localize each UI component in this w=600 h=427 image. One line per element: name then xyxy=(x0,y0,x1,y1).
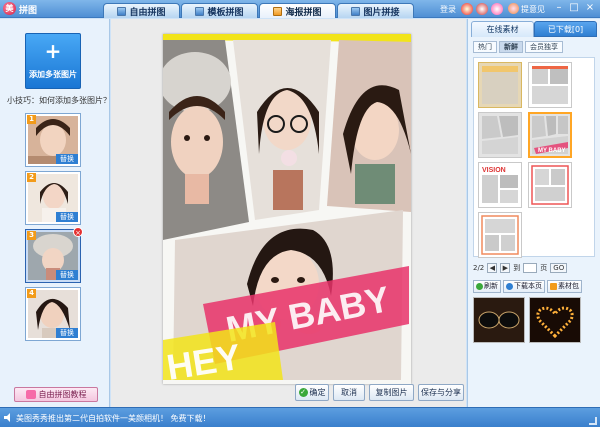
prev-page-button[interactable]: ◀ xyxy=(487,263,498,273)
poster-canvas[interactable]: MY BABY HEY xyxy=(163,34,411,384)
tab-poster-collage[interactable]: 海报拼图 xyxy=(259,3,336,18)
replace-button[interactable]: 替换 xyxy=(56,270,78,280)
material-heart-lights[interactable] xyxy=(529,297,581,343)
gift-icon xyxy=(25,390,36,399)
image-thumbnail-4[interactable]: 4 替换 xyxy=(25,287,81,341)
maximize-button[interactable]: □ xyxy=(567,2,581,14)
heart-lights-preview xyxy=(530,298,580,342)
subtab-hot[interactable]: 热门 xyxy=(473,41,497,53)
template-collage-icon xyxy=(195,6,205,16)
svg-text:MY BABY: MY BABY xyxy=(538,148,566,154)
image-thumbnail-3[interactable]: 3 × 替换 xyxy=(25,227,83,283)
replace-button[interactable]: 替换 xyxy=(56,212,78,222)
subtab-new[interactable]: 新鲜 xyxy=(499,41,523,53)
replace-button[interactable]: 替换 xyxy=(56,154,78,164)
cancel-button[interactable]: 取消 xyxy=(333,384,365,401)
template-preview xyxy=(481,215,519,255)
poster-collage-icon xyxy=(273,6,283,16)
login-link[interactable]: 登录 xyxy=(440,4,456,15)
template-item[interactable] xyxy=(478,212,522,258)
material-subtabs: 热门 新鲜 会员独享 xyxy=(473,41,563,53)
template-item[interactable]: VISION xyxy=(478,162,522,208)
template-item-selected[interactable]: MY BABY xyxy=(528,112,572,158)
page-number-input[interactable] xyxy=(523,263,538,273)
canvas-area: MY BABY HEY ✓ 确定 取消 复制图片 保存与分享 xyxy=(111,19,466,407)
template-grid: MY BABY VISION xyxy=(473,57,595,258)
poster-collage: MY BABY HEY xyxy=(163,34,411,384)
subtab-vip[interactable]: 会员独享 xyxy=(525,41,563,53)
thumbnail-list: 1 替换 2 替换 3 × 替换 4 替换 xyxy=(25,113,83,345)
check-icon: ✓ xyxy=(298,388,308,397)
template-preview: MY BABY xyxy=(532,116,568,154)
template-item[interactable] xyxy=(528,162,572,208)
image-stitch-icon xyxy=(351,6,361,16)
download-icon xyxy=(506,283,513,290)
tutorial-button[interactable]: 自由拼图教程 xyxy=(14,387,98,402)
delete-icon[interactable]: × xyxy=(73,227,83,237)
material-panel: 在线素材 已下载[0] 热门 新鲜 会员独享 MY BABY VISION 2/… xyxy=(467,19,600,407)
template-item[interactable] xyxy=(478,112,522,158)
refresh-button[interactable]: 刷新 xyxy=(473,280,501,293)
svg-text:VISION: VISION xyxy=(482,167,506,174)
close-button[interactable]: × xyxy=(583,2,597,14)
status-bar: 美图秀秀推出第二代自拍软件一美颜相机！ 免费下载！ xyxy=(0,407,600,427)
image-thumbnail-1[interactable]: 1 替换 xyxy=(25,113,81,167)
plus-icon: + xyxy=(44,39,62,63)
sunglasses-preview xyxy=(474,298,524,342)
template-preview: VISION xyxy=(482,167,518,203)
tab-template-collage[interactable]: 模板拼图 xyxy=(181,3,258,18)
qq-icon[interactable] xyxy=(461,3,473,15)
title-bar: 美 拼图 自由拼图 模板拼图 海报拼图 图片拼接 登录 提意见 – □ × xyxy=(0,0,600,18)
minimize-button[interactable]: – xyxy=(552,2,566,14)
material-tabs: 在线素材 已下载[0] xyxy=(471,21,597,37)
template-preview xyxy=(482,116,518,154)
tab-downloaded[interactable]: 已下载[0] xyxy=(534,21,597,37)
template-preview xyxy=(531,165,569,205)
material-sunglasses[interactable] xyxy=(473,297,525,343)
app-title: 拼图 xyxy=(19,6,38,16)
template-preview xyxy=(532,66,568,104)
download-page-button[interactable]: 下载本页 xyxy=(503,280,545,293)
package-icon xyxy=(550,283,557,290)
refresh-icon xyxy=(476,283,483,290)
status-message[interactable]: 美图秀秀推出第二代自拍软件一美颜相机！ 免费下载！ xyxy=(16,413,211,424)
template-pager: 2/2 ◀ ▶ 到 页 GO xyxy=(473,261,595,275)
tab-free-collage[interactable]: 自由拼图 xyxy=(103,3,180,18)
resize-grip-icon[interactable] xyxy=(589,417,597,425)
free-collage-icon xyxy=(117,6,127,16)
feedback-link[interactable]: 提意见 xyxy=(521,4,545,15)
app-logo-icon: 美 xyxy=(3,2,16,15)
template-item[interactable] xyxy=(528,62,572,108)
ok-button[interactable]: ✓ 确定 xyxy=(295,384,329,401)
save-share-button[interactable]: 保存与分享 xyxy=(418,384,464,401)
next-page-button[interactable]: ▶ xyxy=(500,263,511,273)
tab-image-stitch[interactable]: 图片拼接 xyxy=(337,3,414,18)
material-pack-button[interactable]: 素材包 xyxy=(547,280,582,293)
copy-image-button[interactable]: 复制图片 xyxy=(369,384,414,401)
template-item[interactable] xyxy=(478,62,522,108)
renren-icon[interactable] xyxy=(491,3,503,15)
material-tools: 刷新 下载本页 素材包 xyxy=(473,280,595,294)
image-list-panel: + 添加多张图片 小技巧：如何添加多张图片？ 1 替换 2 替换 3 × 替换 … xyxy=(0,19,111,407)
main-tabs: 自由拼图 模板拼图 海报拼图 图片拼接 xyxy=(103,3,415,18)
weibo-icon[interactable] xyxy=(476,3,488,15)
page-indicator: 2/2 xyxy=(473,264,485,272)
template-preview xyxy=(482,66,518,104)
poster-photo-3[interactable] xyxy=(327,40,411,212)
add-images-button[interactable]: + 添加多张图片 xyxy=(25,33,81,89)
image-thumbnail-2[interactable]: 2 替换 xyxy=(25,171,81,225)
tip-link[interactable]: 小技巧：如何添加多张图片？ xyxy=(7,95,111,106)
tab-online-materials[interactable]: 在线素材 xyxy=(471,21,534,37)
feedback-icon xyxy=(508,3,519,14)
go-button[interactable]: GO xyxy=(550,263,568,273)
material-thumbnails xyxy=(473,297,595,347)
speaker-icon xyxy=(4,413,10,422)
replace-button[interactable]: 替换 xyxy=(56,328,78,338)
